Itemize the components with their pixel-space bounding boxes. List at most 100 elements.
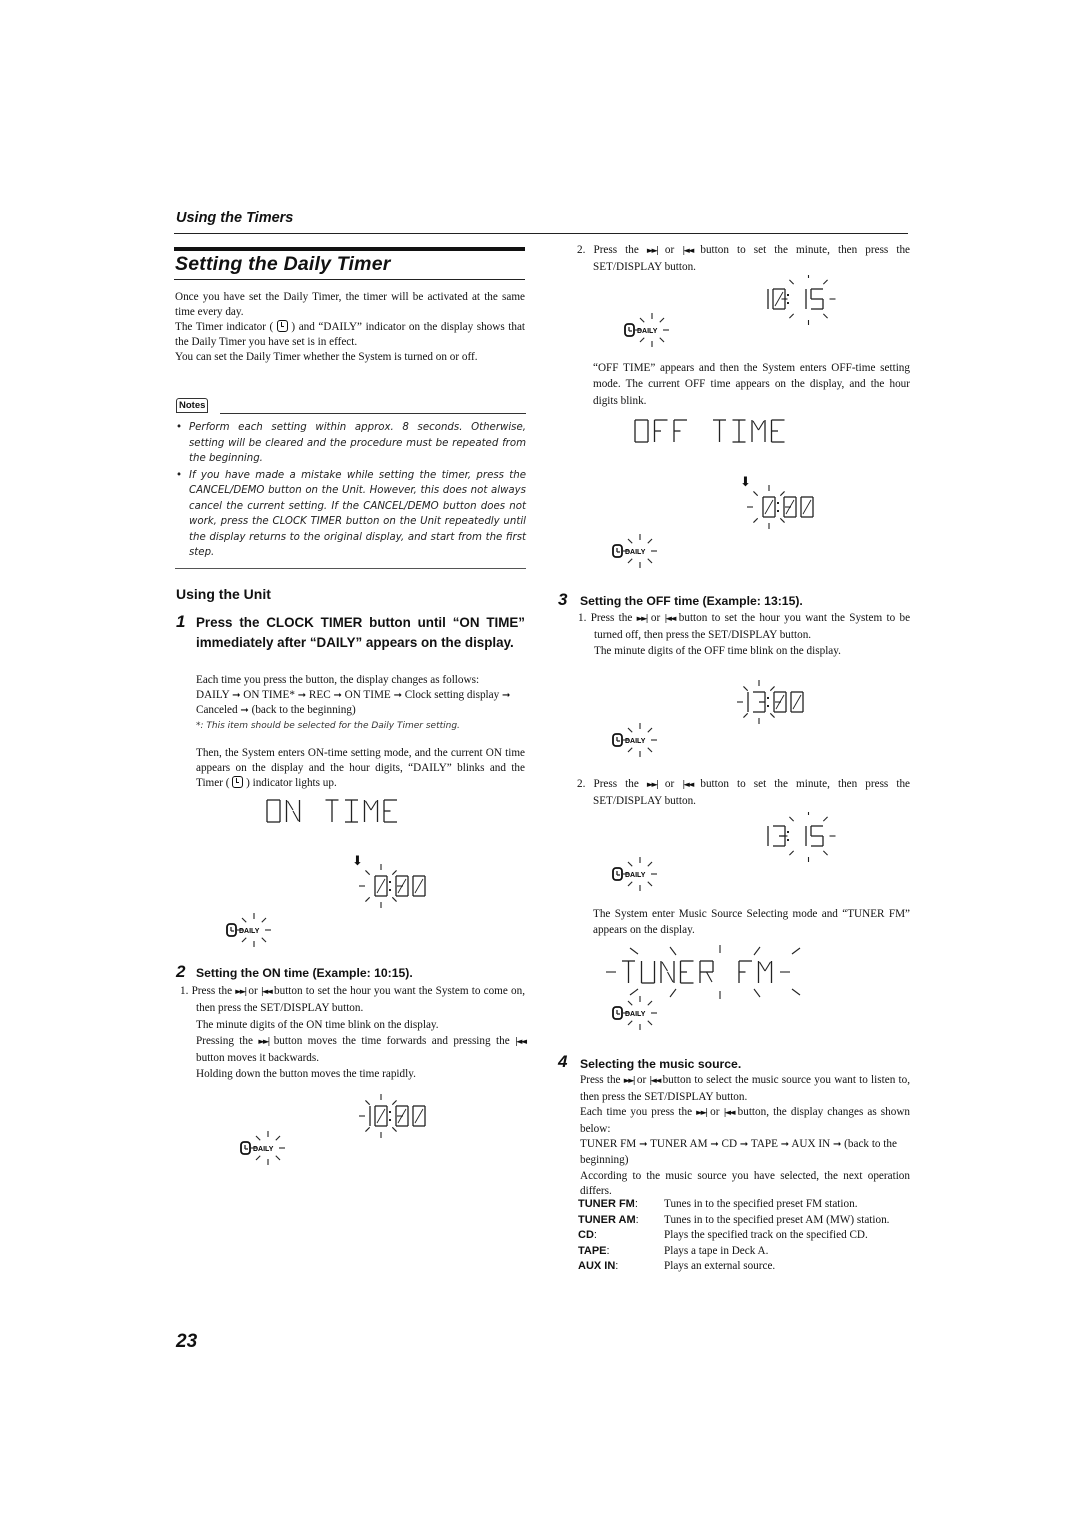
lcd-on-time-value bbox=[359, 864, 426, 908]
key-text: TAPE bbox=[578, 1244, 607, 1257]
next-button-icon: ►►| bbox=[636, 614, 649, 624]
lcd-on-1000 bbox=[359, 1094, 426, 1138]
arrow-icon: ➞ bbox=[297, 689, 307, 701]
text: button to set the minute, then press the… bbox=[593, 778, 911, 807]
blink-ray bbox=[639, 317, 645, 323]
seq-item: Canceled bbox=[196, 704, 238, 717]
next-button-icon: ►►| bbox=[235, 987, 247, 997]
text: Press the bbox=[580, 1074, 621, 1086]
blink-ray bbox=[789, 279, 795, 285]
blink-ray bbox=[275, 1135, 281, 1141]
title-top-rule bbox=[174, 247, 525, 251]
blink-ray bbox=[822, 816, 828, 822]
text: or bbox=[650, 612, 661, 624]
blink-ray bbox=[669, 946, 677, 956]
step-1-after-end: ) indicator lights up. bbox=[246, 776, 337, 789]
blink-ray bbox=[627, 747, 633, 753]
next-button-icon: ►►| bbox=[696, 1108, 708, 1119]
blink-ray bbox=[391, 896, 397, 902]
blink-ray bbox=[789, 816, 795, 822]
sub-label: 2. bbox=[577, 778, 586, 790]
next-button-icon: ►►| bbox=[646, 780, 659, 790]
daily-label: DAILY bbox=[625, 549, 646, 556]
blink-ray bbox=[789, 313, 795, 319]
next-button-icon: ►►| bbox=[258, 1036, 270, 1047]
next-button-icon: ►►| bbox=[646, 246, 659, 256]
step-4-p2: Each time you press the ►►| or |◄◄ butto… bbox=[580, 1105, 910, 1137]
text: Press the bbox=[593, 778, 639, 790]
notes-header: Notes bbox=[176, 398, 526, 416]
source-key: AUX IN: bbox=[578, 1260, 619, 1273]
source-desc: Tunes in to the specified preset AM (MW)… bbox=[664, 1213, 890, 1226]
text: Pressing the bbox=[196, 1034, 253, 1047]
seq-item: CD bbox=[721, 1138, 738, 1151]
blink-ray bbox=[647, 727, 653, 733]
blink-ray bbox=[261, 937, 267, 943]
blink-ray bbox=[627, 727, 633, 733]
blink-ray bbox=[627, 558, 633, 564]
key-text: TUNER FM bbox=[578, 1198, 635, 1210]
sub-label: 1. bbox=[180, 985, 189, 997]
blink-ray bbox=[822, 313, 828, 319]
blink-ray bbox=[275, 1155, 281, 1161]
segment-m bbox=[292, 810, 299, 822]
colon-dot bbox=[767, 697, 769, 699]
seq-item: (back to the beginning) bbox=[251, 704, 356, 717]
daily-label: DAILY bbox=[253, 1146, 274, 1153]
blink-ray bbox=[627, 881, 633, 887]
blink-ray bbox=[743, 712, 749, 718]
text: or bbox=[636, 1074, 647, 1086]
step-2-sub1-line3: Pressing the ►►| button moves the time f… bbox=[180, 1033, 527, 1067]
intro: Once you have set the Daily Timer, the t… bbox=[175, 290, 525, 365]
segment-j bbox=[764, 961, 771, 972]
text: or bbox=[664, 244, 675, 256]
blink-ray bbox=[789, 850, 795, 856]
blink-ray bbox=[779, 517, 785, 523]
colon-dot bbox=[787, 302, 789, 304]
table-row: TAPE: Plays a tape in Deck A. bbox=[578, 1244, 913, 1260]
sub-label: 1. bbox=[578, 612, 587, 624]
blink-ray bbox=[627, 861, 633, 867]
source-key: TAPE: bbox=[578, 1244, 610, 1257]
step-2-number: 2 bbox=[176, 962, 186, 981]
blink-ray bbox=[261, 917, 267, 923]
arrow-icon: ➞ bbox=[333, 689, 342, 701]
seq-item: DAILY bbox=[196, 688, 230, 701]
seq-item: REC bbox=[308, 688, 331, 701]
step-4-p3: According to the music source you have s… bbox=[580, 1169, 910, 1198]
step-2-sub2-main: 2. Press the ►►| or |◄◄ button to set th… bbox=[577, 243, 910, 275]
text: button to set the hour you want the Syst… bbox=[196, 985, 526, 1015]
arrow-icon: ➞ bbox=[639, 1139, 648, 1151]
text: Each time you press the bbox=[580, 1106, 693, 1119]
blink-ray bbox=[627, 1000, 633, 1006]
key-text: AUX IN bbox=[578, 1260, 616, 1273]
arrow-icon: ➞ bbox=[710, 1139, 719, 1151]
colon-dot bbox=[787, 294, 789, 296]
subsection-heading: Using the Unit bbox=[176, 586, 271, 602]
segment-slash bbox=[376, 1108, 386, 1124]
daily-indicator: DAILY bbox=[240, 1131, 285, 1165]
prev-button-icon: |◄◄ bbox=[682, 246, 694, 256]
colon-dot bbox=[389, 889, 391, 891]
source-key: TUNER FM: bbox=[578, 1198, 638, 1210]
step-1-sequence: DAILY ➞ ON TIME* ➞ REC ➞ ON TIME ➞ Clock… bbox=[196, 688, 525, 719]
seq-item: Clock setting display bbox=[404, 688, 500, 701]
blink-ray bbox=[627, 538, 633, 544]
blink-ray bbox=[255, 1155, 261, 1161]
text: Press the bbox=[191, 985, 233, 997]
daily-indicator: DAILY bbox=[612, 996, 657, 1030]
seq-item: ON TIME bbox=[344, 688, 391, 701]
step-1-after: Then, the System enters ON-time setting … bbox=[196, 746, 525, 790]
text: button moves it backwards. bbox=[196, 1052, 320, 1065]
text: or bbox=[248, 985, 258, 997]
lcd-on-time bbox=[266, 799, 397, 823]
blink-ray bbox=[365, 1100, 371, 1106]
table-row: TUNER FM: Tunes in to the specified prese… bbox=[578, 1197, 913, 1213]
prev-button-icon: |◄◄ bbox=[515, 1036, 527, 1047]
daily-indicator: DAILY bbox=[624, 313, 669, 347]
step-4-number: 4 bbox=[558, 1052, 568, 1071]
blink-ray bbox=[647, 1000, 653, 1006]
lcd-off-1315 bbox=[767, 812, 836, 862]
blink-ray bbox=[639, 337, 645, 343]
timer-icon bbox=[232, 775, 244, 788]
